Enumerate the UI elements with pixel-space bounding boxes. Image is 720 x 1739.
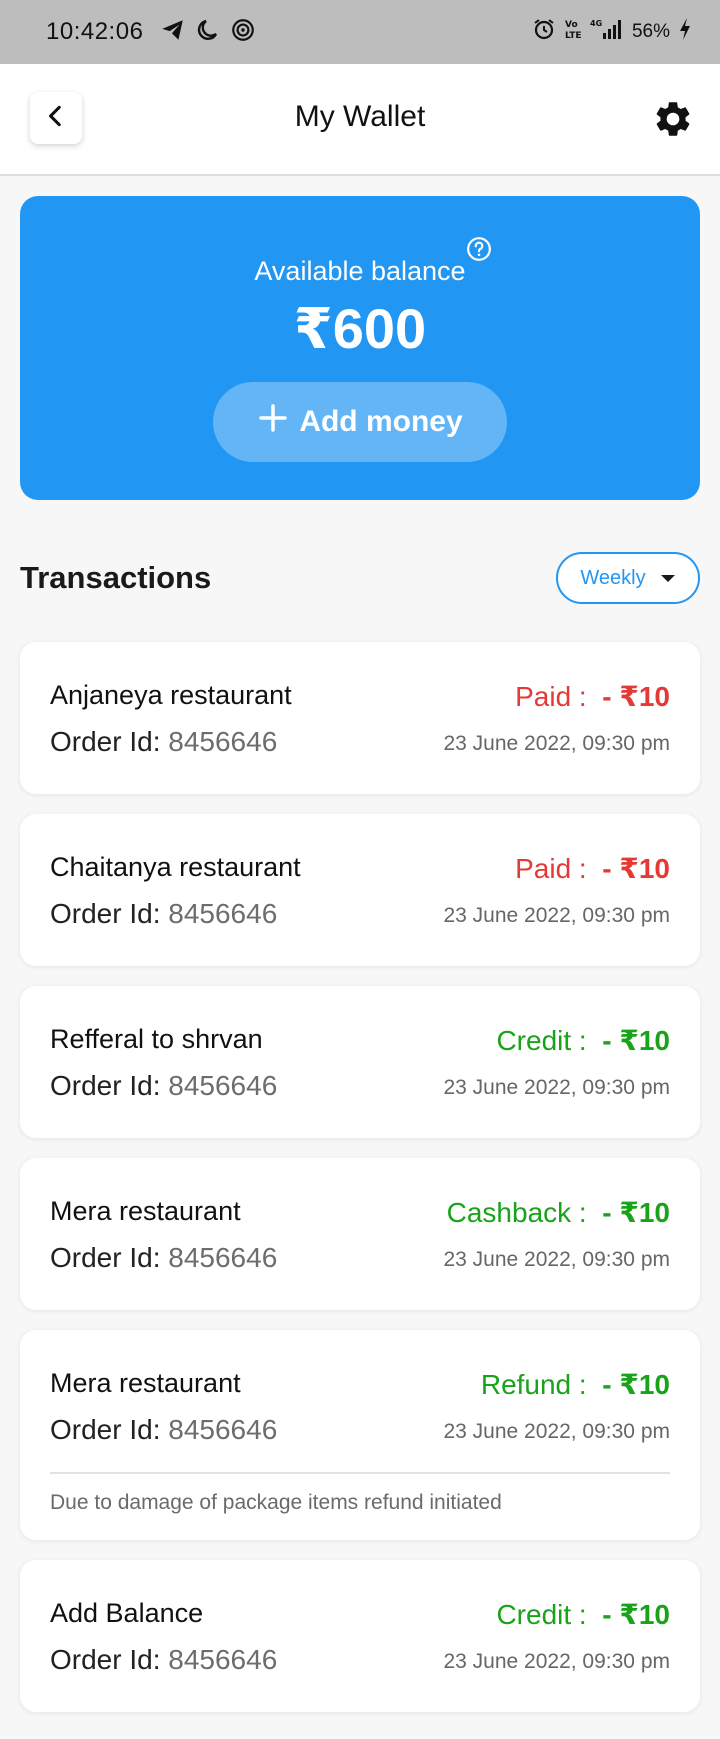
transaction-status: Paid : - ₹10: [515, 681, 670, 712]
caret-down-icon: [660, 567, 676, 590]
transaction-amount: - ₹10: [602, 681, 670, 712]
period-dropdown[interactable]: Weekly: [556, 552, 700, 604]
status-bar: 10:42:06 Vo LTE 4G 56%: [0, 0, 720, 64]
transaction-date: 23 June 2022, 09:30 pm: [443, 1420, 670, 1443]
balance-amount: ₹600: [293, 297, 427, 360]
telegram-icon: [160, 17, 186, 48]
transactions-title: Transactions: [20, 560, 212, 595]
status-time: 10:42:06: [46, 18, 144, 45]
transaction-date: 23 June 2022, 09:30 pm: [443, 904, 670, 927]
transaction-card[interactable]: Mera restaurant Order Id: 8456646 Refund…: [20, 1330, 700, 1540]
svg-text:LTE: LTE: [565, 31, 582, 41]
status-system-icons: Vo LTE 4G 56%: [532, 17, 692, 47]
transaction-status: Paid : - ₹10: [515, 853, 670, 884]
transaction-card[interactable]: Mera restaurant Order Id: 8456646 Cashba…: [20, 1158, 700, 1310]
transaction-note: Due to damage of package items refund in…: [50, 1491, 502, 1514]
alarm-icon: [532, 17, 556, 47]
transaction-name: Chaitanya restaurant: [50, 852, 301, 882]
period-selected-value: Weekly: [580, 566, 646, 589]
transaction-card[interactable]: Add Balance Order Id: 8456646 Credit : -…: [20, 1560, 700, 1712]
app-header: My Wallet: [0, 64, 720, 176]
charging-icon: [678, 17, 692, 47]
transaction-name: Mera restaurant: [50, 1368, 241, 1398]
signal-icon: 4G: [590, 17, 624, 47]
transaction-order-id: Order Id: 8456646: [50, 1242, 278, 1273]
balance-label: Available balance: [254, 256, 466, 286]
transaction-status: Refund : - ₹10: [480, 1369, 670, 1400]
transaction-divider: [50, 1472, 670, 1474]
add-money-button[interactable]: Add money: [213, 382, 507, 462]
transaction-card[interactable]: Anjaneya restaurant Order Id: 8456646 Pa…: [20, 642, 700, 794]
transaction-name: Refferal to shrvan: [50, 1024, 263, 1054]
transaction-order-id: Order Id: 8456646: [50, 1644, 278, 1675]
transaction-card[interactable]: Chaitanya restaurant Order Id: 8456646 P…: [20, 814, 700, 966]
moon-icon: [196, 18, 220, 47]
battery-level: 56%: [631, 21, 670, 42]
settings-button[interactable]: [652, 98, 694, 140]
transaction-date: 23 June 2022, 09:30 pm: [443, 1650, 670, 1673]
transaction-date: 23 June 2022, 09:30 pm: [443, 1248, 670, 1271]
svg-text:4G: 4G: [590, 19, 602, 28]
page-title: My Wallet: [294, 100, 426, 133]
balance-card: Available balance ₹600 Add money: [20, 196, 700, 500]
transaction-amount: - ₹10: [602, 1197, 670, 1228]
plus-icon: [257, 402, 289, 442]
transaction-name: Mera restaurant: [50, 1196, 241, 1226]
transaction-status: Credit : - ₹10: [496, 1599, 670, 1630]
help-icon[interactable]: [466, 236, 492, 262]
transaction-amount: - ₹10: [602, 1025, 670, 1056]
volte-icon: Vo LTE: [564, 17, 582, 47]
transaction-date: 23 June 2022, 09:30 pm: [443, 1076, 670, 1099]
transaction-amount: - ₹10: [602, 1369, 670, 1400]
transaction-amount: - ₹10: [602, 853, 670, 884]
transaction-date: 23 June 2022, 09:30 pm: [443, 732, 670, 755]
transaction-order-id: Order Id: 8456646: [50, 726, 278, 757]
transaction-order-id: Order Id: 8456646: [50, 1414, 278, 1445]
transaction-amount: - ₹10: [602, 1599, 670, 1630]
transaction-status: Credit : - ₹10: [496, 1025, 670, 1056]
transaction-name: Anjaneya restaurant: [50, 680, 292, 710]
target-icon: [230, 17, 256, 48]
status-notification-icons: [160, 17, 256, 48]
transaction-order-id: Order Id: 8456646: [50, 898, 278, 929]
transaction-status: Cashback : - ₹10: [446, 1197, 670, 1228]
transaction-card[interactable]: Refferal to shrvan Order Id: 8456646 Cre…: [20, 986, 700, 1138]
add-money-label: Add money: [299, 405, 463, 438]
svg-text:Vo: Vo: [565, 20, 578, 30]
gear-icon: [652, 102, 694, 144]
transaction-name: Add Balance: [50, 1598, 204, 1628]
transaction-order-id: Order Id: 8456646: [50, 1070, 278, 1101]
